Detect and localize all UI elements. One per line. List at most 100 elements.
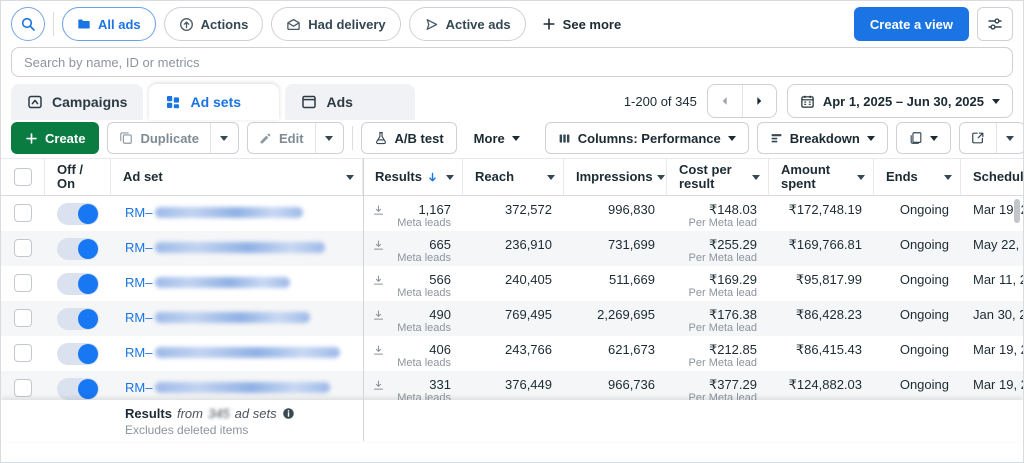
- info-icon[interactable]: [282, 407, 295, 420]
- adset-name-prefix: RM–: [125, 240, 153, 255]
- row-checkbox[interactable]: [14, 309, 32, 327]
- cost-per-result-type: Per Meta lead: [688, 357, 757, 369]
- vertical-scrollbar-thumb[interactable]: [1014, 199, 1020, 223]
- download-icon[interactable]: [372, 204, 385, 217]
- filter-pill-actions[interactable]: Actions: [163, 7, 264, 41]
- chevron-down-icon[interactable]: [547, 174, 555, 180]
- row-checkbox[interactable]: [14, 344, 32, 362]
- cost-per-result-value: ₹212.85: [708, 342, 757, 357]
- create-a-view-button[interactable]: Create a view: [853, 7, 969, 41]
- date-range-button[interactable]: Apr 1, 2025 – Jun 30, 2025: [786, 84, 1013, 118]
- plus-icon: [25, 132, 38, 145]
- adset-name-link[interactable]: RM–: [125, 380, 363, 395]
- arrow-up-circle-icon: [179, 17, 194, 32]
- chevron-down-icon[interactable]: [857, 174, 865, 180]
- header-label: Results: [375, 169, 422, 184]
- tab-ad-sets[interactable]: Ad sets: [149, 84, 280, 120]
- row-name-cell: RM–: [111, 301, 363, 336]
- create-button[interactable]: Create: [11, 122, 100, 154]
- adset-name-link[interactable]: RM–: [125, 275, 363, 290]
- row-toggle-on[interactable]: [57, 378, 99, 400]
- ends-cell: Ongoing: [874, 231, 961, 266]
- see-more-button[interactable]: See more: [534, 17, 630, 32]
- cost-per-result-type: Per Meta lead: [688, 252, 757, 264]
- adset-name-link[interactable]: RM–: [125, 310, 363, 325]
- export-button[interactable]: [960, 123, 996, 153]
- breakdown-button[interactable]: Breakdown: [756, 122, 888, 154]
- header-reach[interactable]: Reach: [463, 159, 564, 195]
- columns-button[interactable]: Columns: Performance: [544, 122, 749, 154]
- chevron-down-icon[interactable]: [446, 174, 454, 180]
- schedule-cell: Mar 19, 202: [961, 336, 1023, 371]
- download-icon[interactable]: [372, 344, 385, 357]
- redacted-name: [155, 382, 331, 393]
- ends-value: Ongoing: [899, 342, 949, 357]
- chevron-down-icon[interactable]: [944, 174, 952, 180]
- search-input[interactable]: [11, 47, 1013, 77]
- reach-cell: 240,405: [463, 266, 564, 301]
- filter-pill-all-ads[interactable]: All ads: [62, 7, 156, 41]
- filter-pill-active-ads[interactable]: Active ads: [408, 7, 526, 41]
- export-dropdown-button[interactable]: [995, 123, 1023, 153]
- results-type: Meta leads: [397, 287, 451, 299]
- columns-icon: [558, 132, 571, 145]
- chevron-down-icon[interactable]: [752, 174, 760, 180]
- amount-spent-value: ₹124,882.03: [788, 377, 862, 392]
- ends-value: Ongoing: [899, 377, 949, 392]
- reports-button[interactable]: [895, 122, 951, 154]
- redacted-name: [155, 207, 304, 218]
- adset-name-prefix: RM–: [125, 345, 153, 360]
- download-icon[interactable]: [372, 379, 385, 392]
- next-page-button[interactable]: [741, 85, 776, 117]
- select-all-checkbox[interactable]: [13, 168, 32, 186]
- impressions-cell: 621,673: [564, 336, 667, 371]
- header-impressions[interactable]: Impressions: [564, 159, 667, 195]
- ab-test-button[interactable]: A/B test: [360, 122, 457, 154]
- row-checkbox[interactable]: [14, 204, 32, 222]
- chevron-down-icon[interactable]: [346, 174, 354, 180]
- header-ad-set[interactable]: Ad set: [111, 159, 363, 195]
- row-toggle-on[interactable]: [57, 343, 99, 365]
- row-checkbox[interactable]: [14, 239, 32, 257]
- adset-name-link[interactable]: RM–: [125, 345, 363, 360]
- download-icon[interactable]: [372, 309, 385, 322]
- ends-cell: Ongoing: [874, 336, 961, 371]
- header-results[interactable]: Results: [363, 159, 463, 195]
- reach-cell: 769,495: [463, 301, 564, 336]
- adset-name-link[interactable]: RM–: [125, 205, 363, 220]
- header-schedule[interactable]: Schedule: [961, 159, 1023, 195]
- row-toggle-on[interactable]: [57, 308, 99, 330]
- table-footer: Results from 345 ad sets Excludes delete…: [1, 400, 1023, 441]
- footer-note: Excludes deleted items: [125, 423, 249, 437]
- row-toggle-on[interactable]: [57, 203, 99, 225]
- filter-pill-had-delivery[interactable]: Had delivery: [271, 7, 401, 41]
- row-checkbox[interactable]: [14, 274, 32, 292]
- ends-value: Ongoing: [899, 307, 949, 322]
- more-button[interactable]: More: [465, 122, 529, 154]
- duplicate-dropdown-button[interactable]: [209, 123, 238, 153]
- campaigns-icon: [27, 94, 43, 110]
- previous-page-button[interactable]: [708, 85, 742, 117]
- download-icon[interactable]: [372, 274, 385, 287]
- download-icon[interactable]: [372, 239, 385, 252]
- cost-per-result-value: ₹169.29: [708, 272, 757, 287]
- row-checkbox[interactable]: [14, 379, 32, 397]
- header-amount-spent[interactable]: Amount spent: [769, 159, 874, 195]
- ends-value: Ongoing: [899, 272, 949, 287]
- tab-ads[interactable]: Ads: [285, 84, 416, 120]
- tab-campaigns[interactable]: Campaigns: [11, 84, 144, 120]
- chevron-down-icon[interactable]: [656, 174, 665, 180]
- ends-cell: Ongoing: [874, 196, 961, 231]
- duplicate-button[interactable]: Duplicate: [108, 123, 210, 153]
- header-ends[interactable]: Ends: [874, 159, 961, 195]
- edit-dropdown-button[interactable]: [314, 123, 343, 153]
- results-type: Meta leads: [397, 217, 451, 229]
- row-toggle-on[interactable]: [57, 273, 99, 295]
- view-settings-button[interactable]: [977, 7, 1013, 41]
- row-toggle-on[interactable]: [57, 238, 99, 260]
- search-button[interactable]: [11, 7, 45, 41]
- adset-name-link[interactable]: RM–: [125, 240, 363, 255]
- edit-button[interactable]: Edit: [248, 123, 315, 153]
- header-cost-per-result[interactable]: Cost per result: [667, 159, 769, 195]
- table-row: RM– 406 Meta leads 243,766 621,673 ₹212.…: [1, 336, 1023, 371]
